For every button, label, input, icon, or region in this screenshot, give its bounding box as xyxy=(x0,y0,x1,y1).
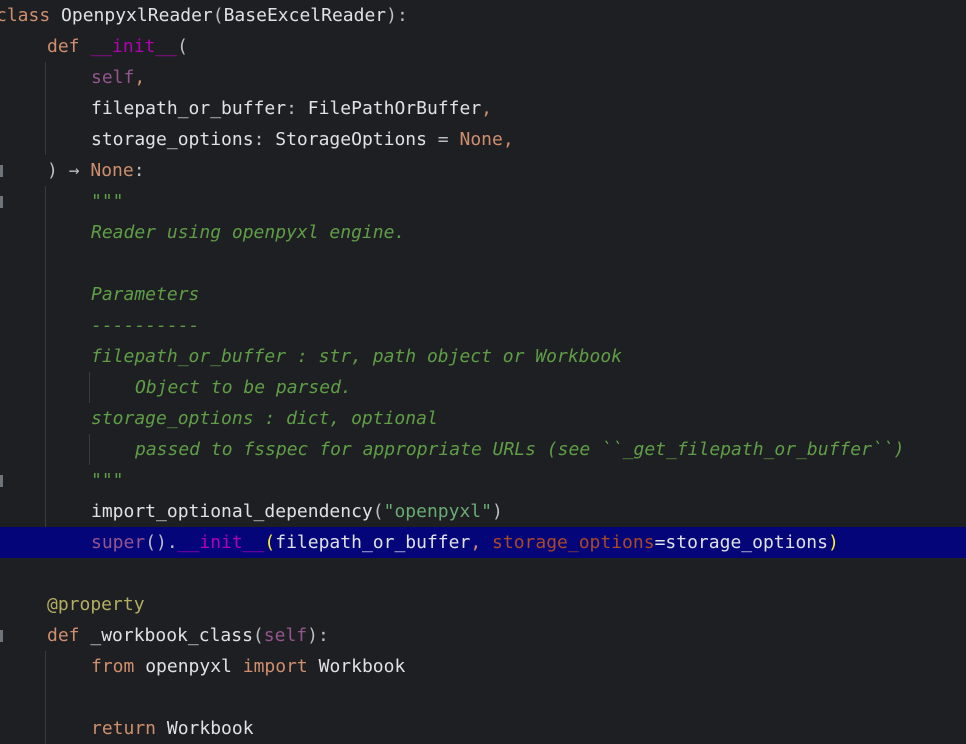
docstring-text: ---------- xyxy=(91,315,200,336)
self-param: self xyxy=(91,67,135,88)
code-line[interactable]: ) → None: xyxy=(0,155,966,186)
code-line[interactable]: """ xyxy=(0,465,966,496)
string-literal: "openpyxl" xyxy=(383,501,492,522)
docstring-text: Object to be parsed. xyxy=(135,377,352,398)
code-line[interactable] xyxy=(0,682,966,713)
code-line[interactable]: from openpyxl import Workbook xyxy=(0,651,966,682)
type-name: StorageOptions xyxy=(275,129,427,150)
code-line[interactable]: Parameters xyxy=(0,279,966,310)
imported-name: Workbook xyxy=(318,656,406,677)
code-line[interactable]: class OpenpyxlReader(BaseExcelReader): xyxy=(0,0,966,31)
matched-paren: ( xyxy=(264,532,276,553)
base-class-name: BaseExcelReader xyxy=(223,5,387,26)
keyword-def: def xyxy=(47,36,80,57)
code-editor[interactable]: class OpenpyxlReader(BaseExcelReader): d… xyxy=(0,0,966,744)
code-line[interactable]: Object to be parsed. xyxy=(0,372,966,403)
docstring-close: """ xyxy=(91,470,124,491)
code-line[interactable]: Reader using openpyxl engine. xyxy=(0,217,966,248)
class-name: OpenpyxlReader xyxy=(61,5,213,26)
current-line[interactable]: super().__init__(filepath_or_buffer, sto… xyxy=(0,527,966,558)
arrow-icon: → xyxy=(68,160,80,181)
return-value: Workbook xyxy=(166,718,254,739)
super-call: super xyxy=(91,532,146,553)
code-line[interactable]: ---------- xyxy=(0,310,966,341)
return-type: None xyxy=(90,160,134,181)
docstring-text: filepath_or_buffer : str, path object or… xyxy=(91,346,623,367)
param-name: filepath_or_buffer xyxy=(91,98,287,119)
self-param: self xyxy=(263,625,308,646)
code-line[interactable]: def _workbook_class(self): xyxy=(0,620,966,651)
code-line[interactable]: filepath_or_buffer: FilePathOrBuffer, xyxy=(0,93,966,124)
keyword-def: def xyxy=(47,625,80,646)
docstring-text: passed to fsspec for appropriate URLs (s… xyxy=(135,439,905,460)
code-line[interactable]: def __init__( xyxy=(0,31,966,62)
function-call: import_optional_dependency xyxy=(91,501,373,522)
keyword-argument: storage_options xyxy=(492,532,655,553)
keyword-from: from xyxy=(91,656,135,677)
docstring-text: storage_options : dict, optional xyxy=(91,408,438,429)
keyword-return: return xyxy=(91,718,157,739)
code-line[interactable]: return Workbook xyxy=(0,713,966,744)
type-name: FilePathOrBuffer xyxy=(307,98,482,119)
method-name: _workbook_class xyxy=(90,625,253,646)
code-line[interactable] xyxy=(0,248,966,279)
keyword-class: class xyxy=(0,5,51,26)
code-line[interactable]: passed to fsspec for appropriate URLs (s… xyxy=(0,434,966,465)
docstring-text: Reader using openpyxl engine. xyxy=(91,222,406,243)
docstring-open: """ xyxy=(91,191,124,212)
method-name: __init__ xyxy=(177,532,265,553)
code-line[interactable]: filepath_or_buffer : str, path object or… xyxy=(0,341,966,372)
module-name: openpyxl xyxy=(145,656,232,677)
code-line[interactable]: self, xyxy=(0,62,966,93)
code-line[interactable]: import_optional_dependency("openpyxl") xyxy=(0,496,966,527)
param-name: storage_options xyxy=(91,129,254,150)
code-line[interactable]: """ xyxy=(0,186,966,217)
keyword-import: import xyxy=(242,656,308,677)
method-name: __init__ xyxy=(90,36,178,57)
matched-paren: ) xyxy=(827,532,839,553)
code-line[interactable] xyxy=(0,558,966,589)
code-line[interactable]: storage_options: StorageOptions = None, xyxy=(0,124,966,155)
none-value: None xyxy=(459,129,503,150)
code-line[interactable]: storage_options : dict, optional xyxy=(0,403,966,434)
code-line[interactable]: @property xyxy=(0,589,966,620)
docstring-text: Parameters xyxy=(91,284,200,305)
decorator: @property xyxy=(47,594,145,615)
